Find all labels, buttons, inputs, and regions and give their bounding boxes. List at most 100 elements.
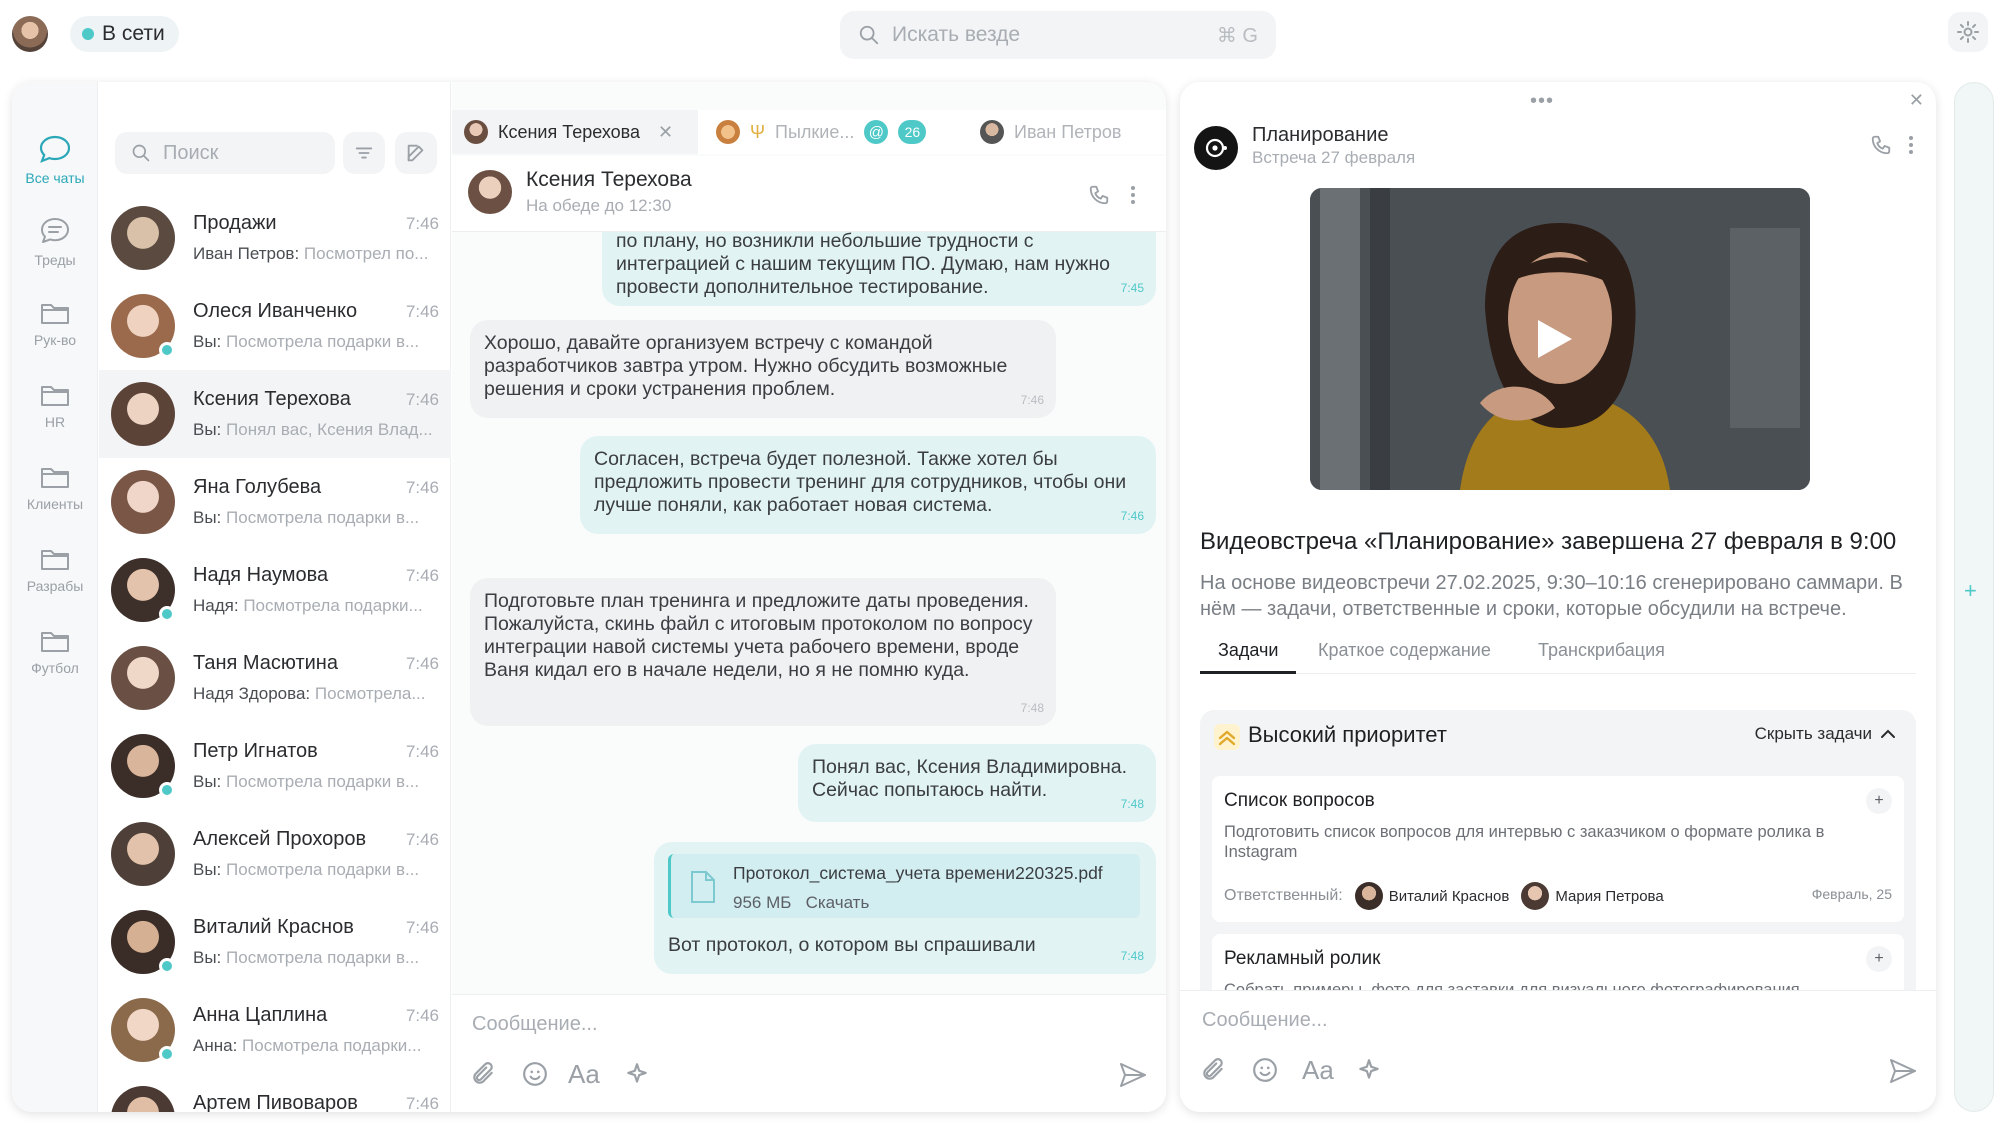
user-avatar[interactable]	[12, 16, 48, 52]
conversation-header: Ксения Терехова На обеде до 12:30	[452, 156, 1166, 232]
message-bubble-outgoing[interactable]: по плану, но возникли небольшие трудност…	[602, 232, 1156, 306]
text-format-button[interactable]: Aa	[568, 1059, 600, 1090]
message-bubble-outgoing-file[interactable]: Протокол_система_учета времени220325.pdf…	[654, 842, 1156, 974]
message-input[interactable]	[472, 1013, 1132, 1036]
phone-icon[interactable]	[1870, 134, 1892, 156]
chat-preview-text: Посмотрела подарки в...	[226, 508, 420, 527]
sparkle-icon[interactable]	[624, 1061, 650, 1087]
window-drag-handle[interactable]: •••	[1530, 90, 1554, 113]
emoji-icon[interactable]	[1252, 1057, 1278, 1083]
tab-brief-summary[interactable]: Краткое содержание	[1300, 636, 1509, 674]
more-vertical-icon[interactable]	[1906, 134, 1916, 156]
avatar	[1521, 882, 1550, 910]
close-icon[interactable]: ✕	[1909, 90, 1924, 111]
tab-transcription[interactable]: Транскрибация	[1520, 636, 1683, 674]
rail-item-developers[interactable]: Разрабы	[12, 546, 98, 594]
rail-item-management[interactable]: Рук-во	[12, 300, 98, 348]
chat-list-item[interactable]: Продажи 7:46 Иван Петров: Посмотрел по...	[99, 194, 451, 282]
rail-item-football[interactable]: Футбол	[12, 628, 98, 676]
threads-icon	[41, 218, 69, 243]
avatar	[111, 1086, 175, 1112]
meeting-date: Встреча 27 февраля	[1252, 148, 1416, 167]
message-bubble-outgoing[interactable]: Согласен, встреча будет полезной. Также …	[580, 436, 1156, 534]
conversation-panel: Ксения Терехова ✕ Ψ Пылкие... @ 26 Иван …	[452, 82, 1166, 1112]
send-icon[interactable]	[1888, 1057, 1918, 1085]
avatar[interactable]	[468, 170, 512, 214]
chat-list-item[interactable]: Алексей Прохоров 7:46 Вы: Посмотрела подар…	[99, 810, 451, 898]
send-icon[interactable]	[1118, 1061, 1148, 1089]
chat-time: 7:46	[405, 654, 439, 673]
sparkle-icon[interactable]	[1356, 1057, 1382, 1083]
tab-label: Иван Петров	[1014, 121, 1122, 142]
rail-item-threads[interactable]: Треды	[12, 216, 98, 268]
hide-tasks-button[interactable]: Скрыть задачи	[1755, 724, 1896, 744]
chat-list-item[interactable]: Надя Наумова 7:46 Надя: Посмотрела подарки…	[99, 546, 451, 634]
tab-kseniya[interactable]: Ксения Терехова ✕	[452, 110, 698, 154]
message-bubble-incoming[interactable]: Подготовьте план тренинга и предложите д…	[470, 578, 1056, 726]
message-input[interactable]	[1202, 1009, 1902, 1032]
compose-button[interactable]	[395, 132, 437, 174]
avatar	[111, 822, 175, 886]
paperclip-icon[interactable]	[1200, 1057, 1226, 1083]
assignee-row: Ответственный: Виталий Краснов Мария Пет…	[1224, 882, 1664, 910]
hide-tasks-label: Скрыть задачи	[1754, 724, 1872, 743]
add-task-button[interactable]: +	[1866, 946, 1892, 972]
status-toggle[interactable]: В сети	[70, 16, 179, 52]
chat-list-item[interactable]: Виталий Краснов 7:46 Вы: Посмотрела подарк…	[99, 898, 451, 986]
assignee-chip[interactable]: Мария Петрова	[1521, 882, 1664, 910]
chat-name: Таня Масютина	[193, 652, 338, 674]
rail-item-all-chats[interactable]: Все чаты	[12, 134, 98, 186]
play-icon[interactable]	[1532, 316, 1576, 362]
message-time: 7:48	[1020, 701, 1044, 715]
message-time: 7:48	[1120, 949, 1144, 963]
tab-ivan[interactable]: Иван Петров	[968, 110, 1133, 154]
chat-list-item[interactable]: Ксения Терехова 7:46 Вы: Понял вас, Ксения…	[99, 370, 451, 458]
chat-name: Виталий Краснов	[193, 916, 354, 938]
phone-icon[interactable]	[1088, 184, 1110, 206]
emoji-icon[interactable]	[522, 1061, 548, 1087]
search-icon	[132, 144, 150, 162]
contact-name[interactable]: Ксения Терехова	[526, 168, 692, 192]
chat-preview-sender: Вы:	[193, 948, 222, 967]
chat-name: Надя Наумова	[193, 564, 329, 586]
avatar	[111, 646, 175, 710]
tab-tasks[interactable]: Задачи	[1200, 636, 1297, 674]
chat-list-item[interactable]: Артем Пивоваров 7:46	[99, 1074, 451, 1112]
chat-preview: Надя: Посмотрела подарки...	[193, 596, 439, 616]
tab-group-chat[interactable]: Ψ Пылкие... @ 26	[704, 110, 938, 154]
global-search-bar[interactable]: ⌘ G	[840, 11, 1276, 59]
rail-label: Все чаты	[25, 170, 85, 186]
chat-search-input[interactable]	[163, 141, 319, 165]
task-card[interactable]: Список вопросов + Подготовить список воп…	[1212, 776, 1904, 922]
message-bubble-incoming[interactable]: Хорошо, давайте организуем встречу с ком…	[470, 320, 1056, 418]
chat-list-item[interactable]: Петр Игнатов 7:46 Вы: Посмотрела подарки в…	[99, 722, 451, 810]
message-bubble-outgoing[interactable]: Понял вас, Ксения Владимировна. Сейчас п…	[798, 744, 1156, 822]
chat-list-item[interactable]: Анна Цаплина 7:46 Анна: Посмотрела подарки…	[99, 986, 451, 1074]
filter-button[interactable]	[343, 132, 385, 174]
add-task-button[interactable]: +	[1866, 788, 1892, 814]
rail-item-hr[interactable]: HR	[12, 382, 98, 430]
messenger-window: ••• ← Все чаты Треды Рук-во HR Клиенты Р…	[12, 82, 1166, 1112]
message-time: 7:46	[1120, 509, 1144, 523]
chat-preview: Иван Петров: Посмотрел по...	[193, 244, 439, 264]
meeting-recording-video[interactable]	[1310, 188, 1810, 490]
chat-list-item[interactable]: Таня Масютина 7:46 Надя Здорова: Посмотрел…	[99, 634, 451, 722]
meeting-logo-icon	[1194, 126, 1238, 170]
rail-label: HR	[44, 414, 66, 430]
rail-item-clients[interactable]: Клиенты	[12, 464, 98, 512]
close-icon[interactable]: ✕	[658, 122, 673, 143]
chat-list-item[interactable]: Олеся Иванченко 7:46 Вы: Посмотрела подарк…	[99, 282, 451, 370]
chat-preview: Вы: Посмотрела подарки в...	[193, 860, 439, 880]
settings-button[interactable]	[1948, 12, 1988, 52]
paperclip-icon[interactable]	[470, 1061, 496, 1087]
chat-name: Алексей Прохоров	[193, 828, 367, 850]
text-format-button[interactable]: Aa	[1302, 1055, 1334, 1086]
file-attachment[interactable]: Протокол_система_учета времени220325.pdf…	[668, 854, 1140, 918]
more-vertical-icon[interactable]	[1128, 184, 1138, 206]
chat-search-bar[interactable]	[115, 132, 335, 174]
global-search-input[interactable]	[892, 23, 1205, 47]
chat-list-item[interactable]: Яна Голубева 7:46 Вы: Посмотрела подарки в…	[99, 458, 451, 546]
download-link[interactable]: Скачать	[806, 893, 870, 912]
assignee-chip[interactable]: Виталий Краснов	[1354, 882, 1509, 910]
add-panel-button[interactable]: +	[1964, 578, 1977, 604]
